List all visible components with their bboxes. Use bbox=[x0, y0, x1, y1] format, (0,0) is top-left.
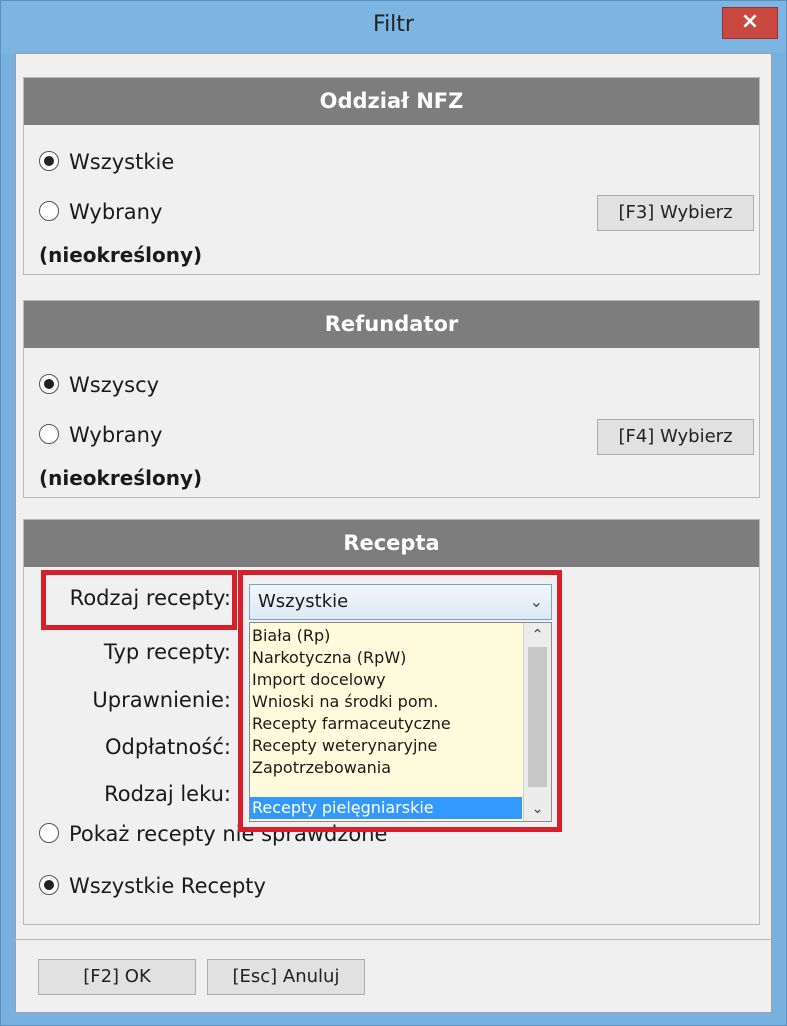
nfz-option-all-label: Wszystkie bbox=[69, 150, 175, 174]
radio-unchecked-icon[interactable] bbox=[39, 201, 59, 221]
nfz-choose-button[interactable]: [F3] Wybierz bbox=[597, 195, 754, 231]
ok-button[interactable]: [F2] OK bbox=[38, 959, 196, 995]
nfz-selected-value: (nieokreślony) bbox=[39, 243, 203, 267]
refundator-option-all-label: Wszyscy bbox=[69, 373, 160, 397]
recepta-option-all-label: Wszystkie Recepty bbox=[69, 874, 266, 898]
title-bar[interactable]: Filtr × bbox=[1, 1, 786, 53]
odplatnosc-label: Odpłatność: bbox=[105, 735, 231, 759]
nfz-option-selected[interactable]: Wybrany bbox=[39, 197, 162, 227]
refundator-choose-button[interactable]: [F4] Wybierz bbox=[597, 419, 754, 455]
window-title: Filtr bbox=[373, 12, 414, 37]
highlight-frame-dropdown bbox=[238, 570, 562, 832]
filter-dialog: Filtr × Oddział NFZ Wszystkie Wybrany (n… bbox=[0, 0, 787, 1026]
recepta-option-all[interactable]: Wszystkie Recepty bbox=[39, 871, 266, 901]
typ-recepty-label: Typ recepty: bbox=[103, 640, 231, 664]
nfz-option-all[interactable]: Wszystkie bbox=[39, 147, 174, 177]
nfz-section-header: Oddział NFZ bbox=[24, 78, 759, 125]
recepta-section-header: Recepta bbox=[24, 520, 759, 567]
refundator-section-header: Refundator bbox=[24, 301, 759, 348]
nfz-option-selected-label: Wybrany bbox=[69, 200, 163, 224]
radio-unchecked-icon[interactable] bbox=[39, 424, 59, 444]
radio-unchecked-icon[interactable] bbox=[39, 823, 59, 843]
refundator-option-selected[interactable]: Wybrany bbox=[39, 420, 162, 450]
cancel-button[interactable]: [Esc] Anuluj bbox=[207, 959, 365, 995]
refundator-option-selected-label: Wybrany bbox=[69, 423, 163, 447]
radio-checked-icon[interactable] bbox=[39, 151, 59, 171]
highlight-frame-label bbox=[41, 570, 237, 630]
radio-checked-icon[interactable] bbox=[39, 374, 59, 394]
close-button[interactable]: × bbox=[722, 7, 778, 39]
refundator-selected-value: (nieokreślony) bbox=[39, 466, 203, 490]
footer-separator bbox=[15, 939, 772, 940]
close-icon: × bbox=[740, 9, 760, 34]
uprawnienie-label: Uprawnienie: bbox=[92, 688, 231, 712]
radio-checked-icon[interactable] bbox=[39, 875, 59, 895]
refundator-option-all[interactable]: Wszyscy bbox=[39, 370, 159, 400]
rodzaj-leku-label: Rodzaj leku: bbox=[104, 782, 231, 806]
